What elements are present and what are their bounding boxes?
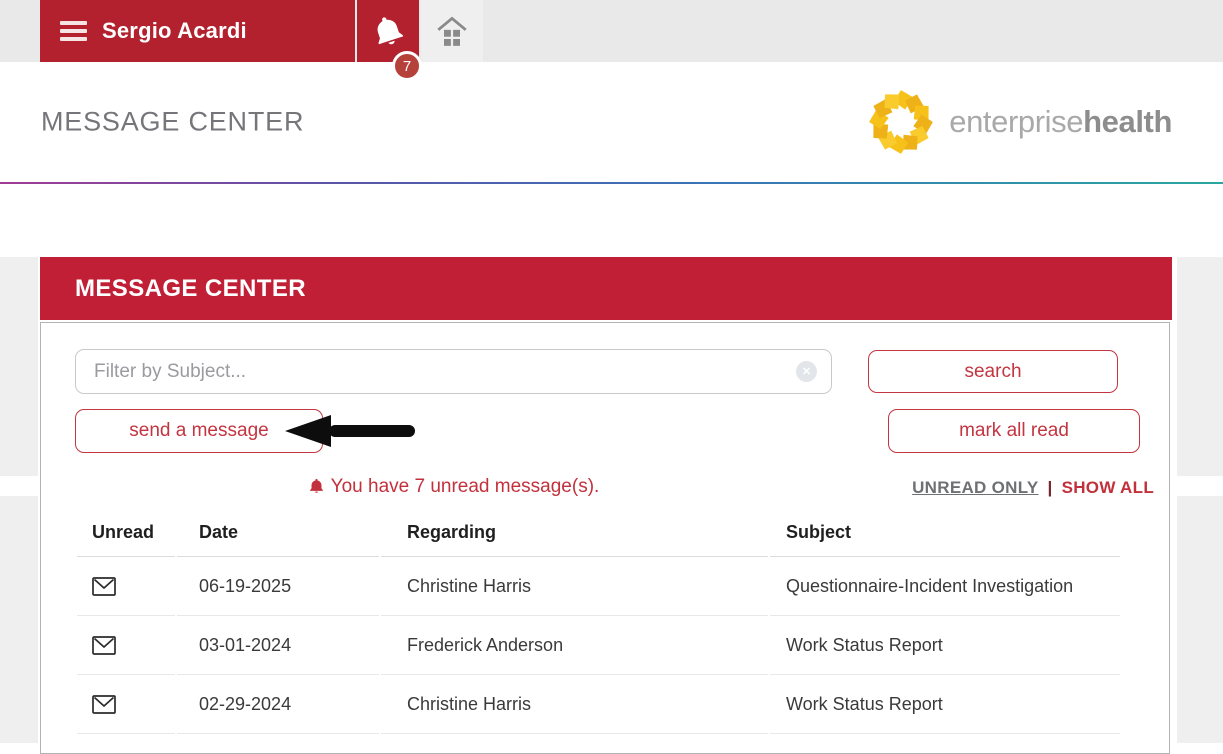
- bell-icon: [371, 14, 405, 48]
- regarding-cell: Christine Harris: [381, 557, 768, 616]
- date-cell: 02-29-2024: [177, 675, 379, 734]
- notice-text: You have 7 unread message(s).: [331, 476, 600, 497]
- regarding-cell: Frederick Anderson: [381, 616, 768, 675]
- page-background: [0, 496, 38, 743]
- enterprise-health-logo: enterprisehealth: [865, 86, 1172, 158]
- unread-cell: [77, 675, 175, 734]
- table-header-row: Unread Date Regarding Subject: [77, 516, 1120, 557]
- table-row[interactable]: 02-29-2024 Christine Harris Work Status …: [77, 675, 1120, 734]
- date-cell: 06-19-2025: [177, 557, 379, 616]
- messages-table: Unread Date Regarding Subject 06-19-2025…: [75, 516, 1122, 734]
- regarding-cell: Christine Harris: [381, 675, 768, 734]
- page-header: MESSAGE CENTER enterprisehealth: [0, 62, 1223, 182]
- unread-only-link[interactable]: UNREAD ONLY: [912, 478, 1038, 498]
- notice-bell-icon: [308, 477, 325, 495]
- page-background: [1177, 257, 1223, 476]
- top-bar: Sergio Acardi 7: [0, 0, 1223, 62]
- user-name: Sergio Acardi: [102, 18, 247, 44]
- envelope-icon[interactable]: [92, 636, 116, 655]
- show-all-link[interactable]: SHOW ALL: [1062, 478, 1154, 498]
- user-menu-button[interactable]: Sergio Acardi: [40, 0, 355, 62]
- subject-cell[interactable]: Questionnaire-Incident Investigation: [770, 557, 1120, 616]
- home-icon: [436, 15, 468, 47]
- page-background: [0, 257, 38, 476]
- unread-messages-notice: You have 7 unread message(s).: [75, 476, 832, 498]
- clear-filter-icon[interactable]: [796, 361, 817, 382]
- home-button[interactable]: [421, 0, 483, 62]
- notification-badge: 7: [392, 51, 422, 81]
- unread-cell: [77, 557, 175, 616]
- enterprise-health-sun-logo: [865, 86, 937, 158]
- gradient-divider: [0, 182, 1223, 184]
- subject-cell[interactable]: Work Status Report: [770, 675, 1120, 734]
- send-a-message-button[interactable]: send a message: [75, 409, 323, 453]
- unread-cell: [77, 616, 175, 675]
- envelope-icon[interactable]: [92, 577, 116, 596]
- filter-by-subject-input[interactable]: [75, 349, 832, 394]
- envelope-icon[interactable]: [92, 695, 116, 714]
- table-row[interactable]: 06-19-2025 Christine Harris Questionnair…: [77, 557, 1120, 616]
- message-center-panel: search send a message mark all read You …: [40, 322, 1170, 754]
- mark-all-read-button[interactable]: mark all read: [888, 409, 1140, 453]
- section-title-banner: MESSAGE CENTER: [40, 257, 1172, 320]
- section-title: MESSAGE CENTER: [75, 275, 306, 303]
- table-row[interactable]: 03-01-2024 Frederick Anderson Work Statu…: [77, 616, 1120, 675]
- column-header-unread: Unread: [77, 516, 175, 557]
- filter-links: UNREAD ONLY | SHOW ALL: [912, 478, 1154, 498]
- hamburger-menu-icon: [60, 21, 87, 41]
- column-header-subject: Subject: [770, 516, 1120, 557]
- column-header-regarding: Regarding: [381, 516, 768, 557]
- search-button[interactable]: search: [868, 350, 1118, 393]
- date-cell: 03-01-2024: [177, 616, 379, 675]
- column-header-date: Date: [177, 516, 379, 557]
- logo-wordmark: enterprisehealth: [949, 104, 1172, 140]
- subject-cell[interactable]: Work Status Report: [770, 616, 1120, 675]
- page-background: [1177, 496, 1223, 743]
- page-title: MESSAGE CENTER: [41, 107, 304, 138]
- link-separator: |: [1048, 478, 1053, 498]
